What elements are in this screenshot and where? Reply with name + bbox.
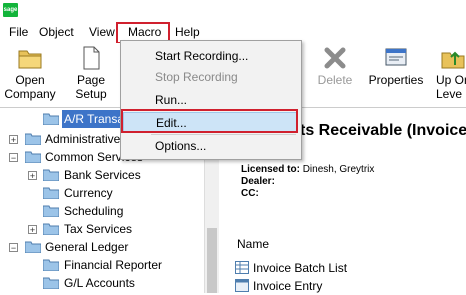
list-item-label: Invoice Batch List (253, 261, 348, 275)
cc-label: CC: (241, 188, 259, 199)
page-setup-button[interactable]: Page Setup (70, 45, 112, 101)
folder-icon (43, 169, 59, 181)
dealer-label: Dealer: (241, 176, 275, 187)
collapse-icon[interactable]: − (9, 153, 18, 163)
title-bar: sage (0, 0, 466, 22)
delete-x-icon (324, 47, 346, 69)
up-one-level-button[interactable]: Up On Leve (436, 45, 466, 101)
up-one-level-label-1: Up On (436, 73, 466, 87)
menu-object[interactable]: Object (35, 24, 78, 41)
folder-icon (43, 259, 59, 271)
properties-label: Properties (368, 73, 424, 87)
tree-label: A/R Transa (62, 110, 125, 128)
tree-item-bank-services[interactable]: + Bank Services (0, 166, 218, 184)
delete-button[interactable]: Delete (314, 45, 356, 87)
menu-file[interactable]: File (5, 24, 32, 41)
open-company-label-2: Company (4, 87, 56, 101)
tree-label: Currency (64, 186, 113, 200)
menu-item-run[interactable]: Run... (123, 90, 297, 110)
page-setup-label-1: Page (76, 73, 106, 87)
tree-item-gl-accounts[interactable]: G/L Accounts (0, 274, 218, 292)
properties-button[interactable]: Properties (366, 45, 426, 87)
tree-label: Financial Reporter (64, 258, 163, 272)
menu-item-options[interactable]: Options... (123, 136, 297, 156)
form-icon (235, 279, 249, 292)
licensed-label: Licensed to: (241, 164, 300, 175)
list-header-name[interactable]: Name (237, 237, 269, 251)
folder-icon (43, 113, 59, 125)
tree-label: Scheduling (64, 204, 124, 218)
folder-icon (43, 205, 59, 217)
expand-icon[interactable]: + (9, 135, 18, 145)
menu-view[interactable]: View (85, 24, 119, 41)
expand-icon[interactable]: + (28, 171, 37, 181)
sage-logo: sage (3, 3, 18, 17)
expand-icon[interactable]: + (28, 225, 37, 235)
menu-item-start-recording[interactable]: Start Recording... (123, 46, 297, 66)
page-title: ts Receivable (Invoice (300, 122, 466, 139)
properties-icon (385, 48, 407, 66)
folder-icon (43, 277, 59, 289)
list-grid-icon (235, 261, 249, 274)
open-company-label-1: Open (15, 73, 45, 87)
menu-item-stop-recording[interactable]: Stop Recording (123, 67, 297, 87)
folder-icon (43, 223, 59, 235)
tree-item-currency[interactable]: Currency (0, 184, 218, 202)
tree-item-scheduling[interactable]: Scheduling (0, 202, 218, 220)
folder-open-icon (18, 50, 42, 69)
menu-separator (151, 134, 296, 135)
page-setup-icon (83, 46, 100, 70)
menu-help[interactable]: Help (171, 24, 204, 41)
delete-label: Delete (317, 73, 353, 87)
folder-icon (25, 133, 41, 145)
folder-icon (25, 151, 41, 163)
tree-label: Bank Services (64, 168, 141, 182)
licensed-value: Dinesh, Greytrix (302, 164, 375, 175)
tree-item-financial-reporter[interactable]: Financial Reporter (0, 256, 218, 274)
folder-icon (43, 187, 59, 199)
edit-highlight-box (121, 109, 298, 133)
collapse-icon[interactable]: − (9, 243, 18, 253)
up-level-icon (441, 51, 465, 69)
scrollbar-thumb[interactable] (207, 228, 217, 293)
list-item-label: Invoice Entry (253, 279, 323, 293)
macro-dropdown-menu: Start Recording... Stop Recording Run...… (120, 40, 302, 160)
tree-label: Tax Services (64, 222, 133, 236)
tree-label: Administrative (45, 132, 121, 146)
license-info: Licensed to: Dinesh, Greytrix (241, 164, 374, 175)
tree-item-tax-services[interactable]: + Tax Services (0, 220, 218, 238)
tree-item-general-ledger[interactable]: − General Ledger (0, 238, 218, 256)
up-one-level-label-2: Leve (436, 87, 463, 101)
tree-label: General Ledger (45, 240, 129, 254)
open-company-button[interactable]: Open Company (4, 45, 56, 101)
folder-icon (25, 241, 41, 253)
page-setup-label-2: Setup (75, 87, 107, 101)
tree-label: G/L Accounts (64, 276, 135, 290)
